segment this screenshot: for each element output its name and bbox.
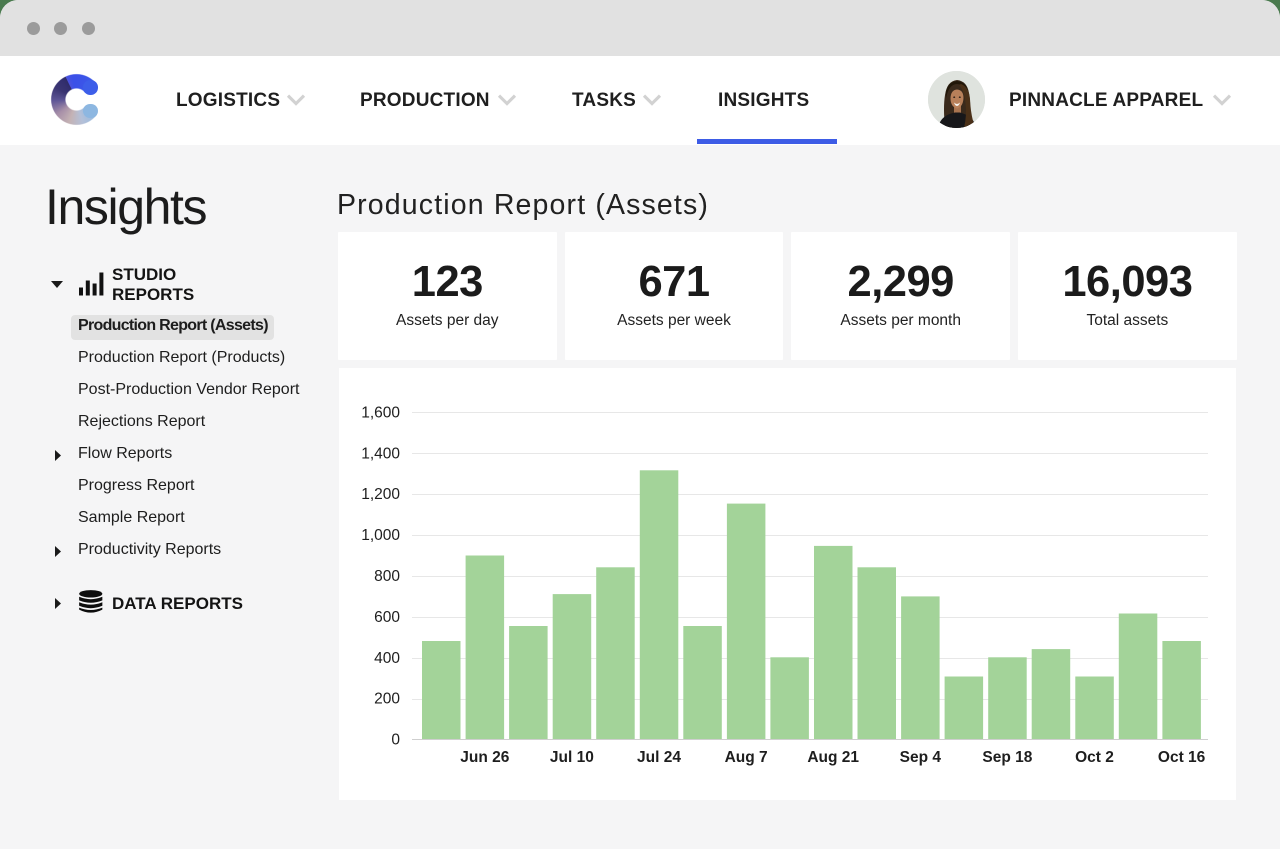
svg-text:Jul 10: Jul 10 bbox=[550, 749, 594, 766]
svg-text:200: 200 bbox=[374, 691, 400, 708]
svg-text:Sep 18: Sep 18 bbox=[982, 749, 1032, 766]
svg-text:1,400: 1,400 bbox=[361, 445, 400, 462]
svg-text:600: 600 bbox=[374, 609, 400, 626]
svg-text:Jun 26: Jun 26 bbox=[460, 749, 509, 766]
svg-text:Oct 16: Oct 16 bbox=[1158, 749, 1206, 766]
svg-text:Aug 7: Aug 7 bbox=[725, 749, 768, 766]
svg-text:400: 400 bbox=[374, 650, 400, 667]
svg-text:1,200: 1,200 bbox=[361, 486, 400, 503]
svg-text:Aug 21: Aug 21 bbox=[807, 749, 859, 766]
svg-text:800: 800 bbox=[374, 568, 400, 585]
svg-text:1,000: 1,000 bbox=[361, 527, 400, 544]
svg-text:0: 0 bbox=[391, 732, 400, 749]
svg-text:Jul 24: Jul 24 bbox=[637, 749, 681, 766]
svg-text:1,600: 1,600 bbox=[361, 404, 400, 421]
svg-text:Oct 2: Oct 2 bbox=[1075, 749, 1114, 766]
svg-text:Sep 4: Sep 4 bbox=[900, 749, 942, 766]
